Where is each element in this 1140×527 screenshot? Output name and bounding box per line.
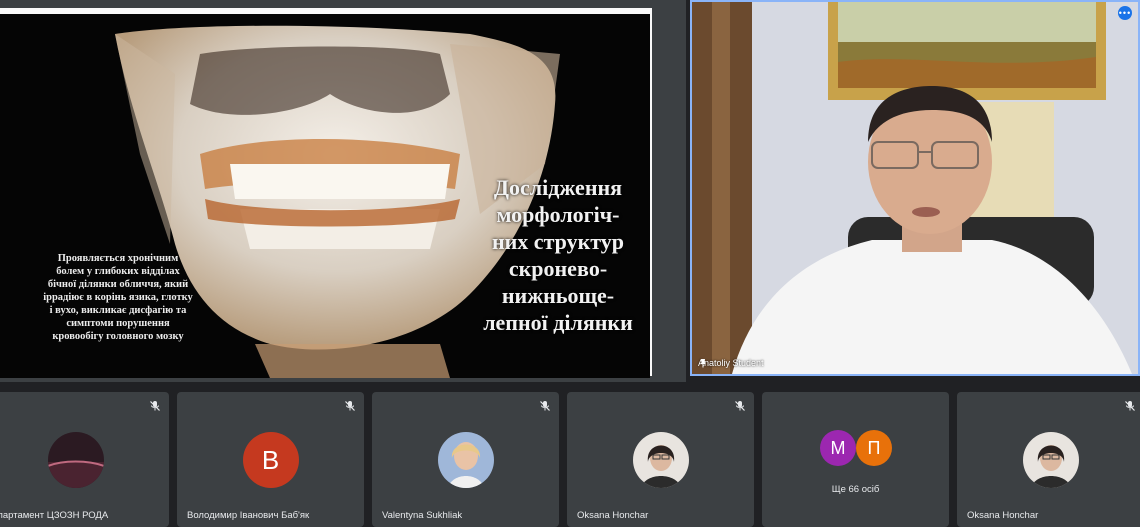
slide-body-text: Проявляється хронічним болем у глибоких …: [28, 252, 208, 343]
slide-text-line: кровообігу головного мозку: [52, 331, 184, 342]
participant-tile[interactable]: Oksana Honchar: [567, 392, 754, 527]
participant-tile[interactable]: В Володимир Іванович Баб'як: [177, 392, 364, 527]
slide-title-line: Дослідження: [493, 175, 623, 200]
slide-title-line: морфологіч-: [496, 202, 620, 227]
participant-avatar: В: [242, 432, 299, 488]
participants-strip: Департамент ЦЗОЗН РОДА В Володимир Івано…: [0, 392, 1140, 527]
participant-avatar: [632, 432, 689, 488]
slide-text-line: Проявляється хронічним: [57, 253, 179, 264]
participant-avatar: [1022, 432, 1079, 488]
participant-tile[interactable]: Департамент ЦЗОЗН РОДА: [0, 392, 169, 527]
speaker-video: [692, 2, 1138, 374]
participant-avatar: [437, 432, 494, 488]
participant-tile-more[interactable]: М П Ще 66 осіб: [762, 392, 949, 527]
speaker-video-tile[interactable]: ••• Anatoliy Student: [690, 0, 1140, 376]
participant-tile[interactable]: Valentyna Sukhliak: [372, 392, 559, 527]
participant-name: Oksana Honchar: [967, 510, 1039, 521]
slide-title-line: скроневo-: [508, 256, 608, 281]
participant-avatar: М: [820, 430, 856, 466]
slide-text-line: симптоми порушення: [66, 318, 170, 329]
participant-name: Valentyna Sukhliak: [382, 510, 463, 521]
mic-off-icon: [540, 401, 550, 411]
slide-text-line: іррадіює в корінь язика, глотку: [43, 292, 193, 303]
mic-off-icon: [1125, 401, 1135, 411]
slide-title: Дослідження морфологіч- них структур скр…: [468, 174, 648, 336]
participant-name: Oksana Honchar: [577, 510, 649, 521]
slide: Дослідження морфологіч- них структур скр…: [0, 8, 652, 378]
pin-icon[interactable]: [698, 358, 708, 368]
participant-name: Департамент ЦЗОЗН РОДА: [0, 510, 109, 521]
speaker-name-tag: Anatoliy Student: [698, 358, 764, 368]
slide-text-line: і вухо, викликає дисфагію та: [49, 305, 187, 316]
participant-avatar: [47, 432, 104, 488]
slide-title-line: нижньоще-: [501, 283, 615, 308]
mic-off-icon: [345, 401, 355, 411]
participant-tile[interactable]: Oksana Honchar: [957, 392, 1140, 527]
slide-text-line: бічної ділянки обличчя, який: [47, 279, 189, 290]
participant-name: Володимир Іванович Баб'як: [187, 510, 310, 521]
slide-title-line: них структур: [491, 229, 625, 254]
more-options-icon[interactable]: •••: [1118, 6, 1132, 20]
slide-title-line: лепної ділянки: [483, 310, 633, 335]
presentation-tile[interactable]: Дослідження морфологіч- них структур скр…: [0, 0, 686, 382]
mic-off-icon: [150, 401, 160, 411]
slide-content: Дослідження морфологіч- них структур скр…: [0, 14, 650, 378]
mic-off-icon: [735, 401, 745, 411]
slide-text-line: болем у глибоких відділах: [56, 266, 180, 277]
more-participants-label: Ще 66 осіб: [831, 484, 880, 495]
participant-avatar: П: [856, 430, 892, 466]
